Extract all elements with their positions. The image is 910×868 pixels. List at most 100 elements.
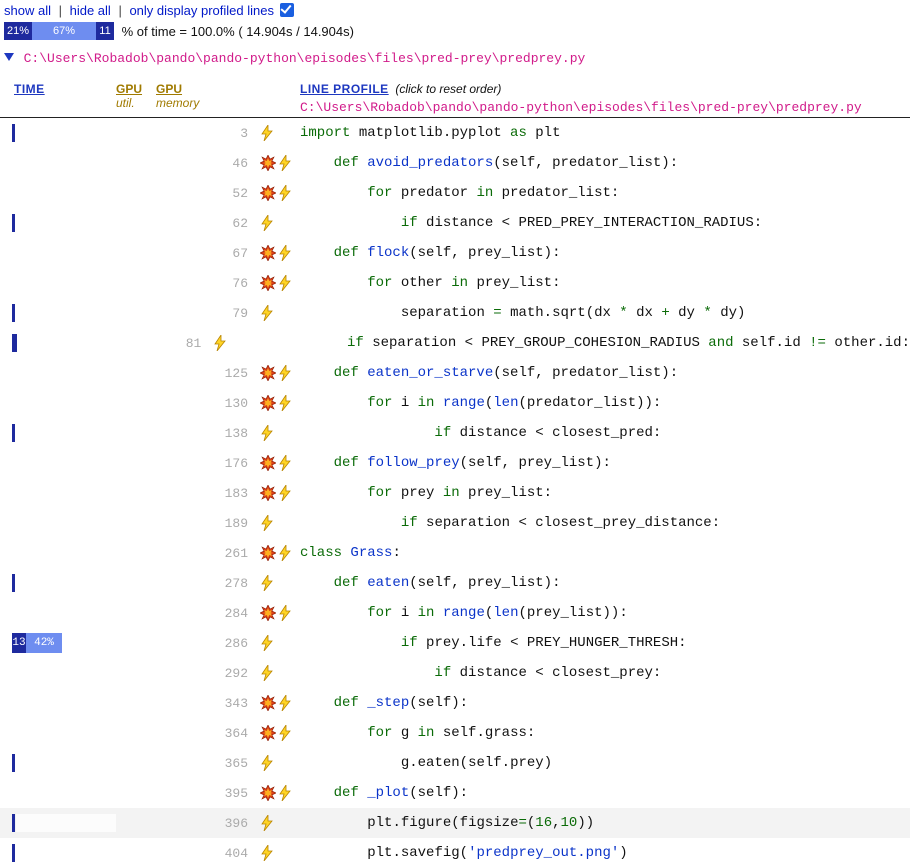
- flags-cell: [258, 275, 296, 291]
- flags-cell: [258, 635, 296, 651]
- code-row[interactable]: 176 def follow_prey(self, prey_list):: [0, 448, 910, 478]
- time-cell: [0, 118, 116, 148]
- flags-cell: [258, 485, 296, 501]
- code-row[interactable]: 3import matplotlib.pyplot as plt: [0, 118, 910, 148]
- code-row[interactable]: 343 def _step(self):: [0, 688, 910, 718]
- time-cell: [0, 718, 116, 748]
- code-row[interactable]: 46 def avoid_predators(self, predator_li…: [0, 148, 910, 178]
- top-controls: show all | hide all | only display profi…: [0, 0, 910, 20]
- flags-cell: [211, 335, 242, 351]
- flags-cell: [258, 155, 296, 171]
- flags-cell: [258, 665, 296, 681]
- lightning-icon: [213, 335, 229, 351]
- code-cell: for i in range(len(predator_list)):: [296, 395, 910, 411]
- lightning-icon: [278, 365, 294, 381]
- time-cell: [0, 178, 116, 208]
- flags-cell: [258, 785, 296, 801]
- explosion-icon: [260, 155, 276, 171]
- flags-cell: [258, 245, 296, 261]
- show-all-link[interactable]: show all: [4, 3, 51, 18]
- lightning-icon: [260, 575, 276, 591]
- line-profile-header[interactable]: LINE PROFILE: [300, 82, 389, 96]
- gpu-mem-header[interactable]: GPU: [156, 82, 182, 96]
- code-cell: for i in range(len(prey_list)):: [296, 605, 910, 621]
- code-row[interactable]: 284 for i in range(len(prey_list)):: [0, 598, 910, 628]
- time-tick: [12, 574, 15, 592]
- flags-cell: [258, 365, 296, 381]
- code-cell: if distance < closest_pred:: [296, 425, 910, 441]
- flags-cell: [258, 755, 296, 771]
- time-bar-seg-b: 42%: [26, 633, 62, 653]
- time-tick: [12, 304, 15, 322]
- code-row[interactable]: 1342%286 if prey.life < PREY_HUNGER_THRE…: [0, 628, 910, 658]
- line-number: 364: [216, 726, 258, 741]
- time-tick: [12, 844, 15, 862]
- code-row[interactable]: 130 for i in range(len(predator_list)):: [0, 388, 910, 418]
- code-cell: g.eaten(self.prey): [296, 755, 910, 771]
- explosion-icon: [260, 395, 276, 411]
- flags-cell: [258, 125, 296, 141]
- gpu-util-header[interactable]: GPU: [116, 82, 142, 96]
- line-number: 52: [216, 186, 258, 201]
- hide-all-link[interactable]: hide all: [70, 3, 111, 18]
- time-summary-row: 21% 67% 11 % of time = 100.0% ( 14.904s …: [0, 20, 910, 46]
- only-profiled-link[interactable]: only display profiled lines: [129, 3, 274, 18]
- code-row[interactable]: 79 separation = math.sqrt(dx * dx + dy *…: [0, 298, 910, 328]
- collapse-triangle-icon: [4, 53, 14, 61]
- line-number: 261: [216, 546, 258, 561]
- code-row[interactable]: 261 class Grass:: [0, 538, 910, 568]
- code-row[interactable]: 395 def _plot(self):: [0, 778, 910, 808]
- code-cell: def _step(self):: [296, 695, 910, 711]
- lightning-icon: [278, 395, 294, 411]
- code-row[interactable]: 52 for predator in predator_list:: [0, 178, 910, 208]
- code-row[interactable]: 189 if separation < closest_prey_distanc…: [0, 508, 910, 538]
- lightning-icon: [278, 185, 294, 201]
- code-row[interactable]: 67 def flock(self, prey_list):: [0, 238, 910, 268]
- flags-cell: [258, 815, 296, 831]
- code-cell: plt.savefig('predprey_out.png'): [296, 845, 910, 861]
- code-row[interactable]: 81 if separation < PREY_GROUP_COHESION_R…: [0, 328, 910, 358]
- code-row[interactable]: 292 if distance < closest_prey:: [0, 658, 910, 688]
- code-cell: def avoid_predators(self, predator_list)…: [296, 155, 910, 171]
- reset-order-hint[interactable]: (click to reset order): [395, 82, 501, 96]
- line-number: 365: [216, 756, 258, 771]
- file-path-text: C:\Users\Robadob\pando\pando-python\epis…: [24, 51, 586, 66]
- code-row[interactable]: 396 plt.figure(figsize=(16,10)): [0, 808, 910, 838]
- gpu-mem-sub: memory: [156, 96, 216, 110]
- line-number: 3: [216, 126, 258, 141]
- lightning-icon: [260, 515, 276, 531]
- code-row[interactable]: 364 for g in self.grass:: [0, 718, 910, 748]
- time-header[interactable]: TIME: [14, 82, 45, 96]
- code-row[interactable]: 125 def eaten_or_starve(self, predator_l…: [0, 358, 910, 388]
- lightning-icon: [260, 125, 276, 141]
- code-row[interactable]: 365 g.eaten(self.prey): [0, 748, 910, 778]
- code-cell: for predator in predator_list:: [296, 185, 910, 201]
- code-row[interactable]: 62 if distance < PRED_PREY_INTERACTION_R…: [0, 208, 910, 238]
- profile-table: 3import matplotlib.pyplot as plt46 def a…: [0, 117, 910, 868]
- code-cell: separation = math.sqrt(dx * dx + dy * dy…: [296, 305, 910, 321]
- line-number: 130: [216, 396, 258, 411]
- time-cell: [0, 538, 116, 568]
- code-row[interactable]: 404 plt.savefig('predprey_out.png'): [0, 838, 910, 868]
- code-row[interactable]: 76 for other in prey_list:: [0, 268, 910, 298]
- flags-cell: [258, 575, 296, 591]
- code-cell: class Grass:: [296, 545, 910, 561]
- code-cell: def eaten_or_starve(self, predator_list)…: [296, 365, 910, 381]
- code-cell: for other in prey_list:: [296, 275, 910, 291]
- line-number: 396: [216, 816, 258, 831]
- explosion-icon: [260, 605, 276, 621]
- only-profiled-checkbox[interactable]: [280, 3, 294, 17]
- line-number: 67: [216, 246, 258, 261]
- lightning-icon: [278, 725, 294, 741]
- flags-cell: [258, 215, 296, 231]
- line-number: 81: [176, 336, 212, 351]
- flags-cell: [258, 545, 296, 561]
- code-row[interactable]: 278 def eaten(self, prey_list):: [0, 568, 910, 598]
- code-row[interactable]: 183 for prey in prey_list:: [0, 478, 910, 508]
- time-cell: [0, 328, 95, 358]
- file-path-toggle[interactable]: C:\Users\Robadob\pando\pando-python\epis…: [0, 46, 910, 74]
- code-cell: def eaten(self, prey_list):: [296, 575, 910, 591]
- explosion-icon: [260, 365, 276, 381]
- line-number: 138: [216, 426, 258, 441]
- code-row[interactable]: 138 if distance < closest_pred:: [0, 418, 910, 448]
